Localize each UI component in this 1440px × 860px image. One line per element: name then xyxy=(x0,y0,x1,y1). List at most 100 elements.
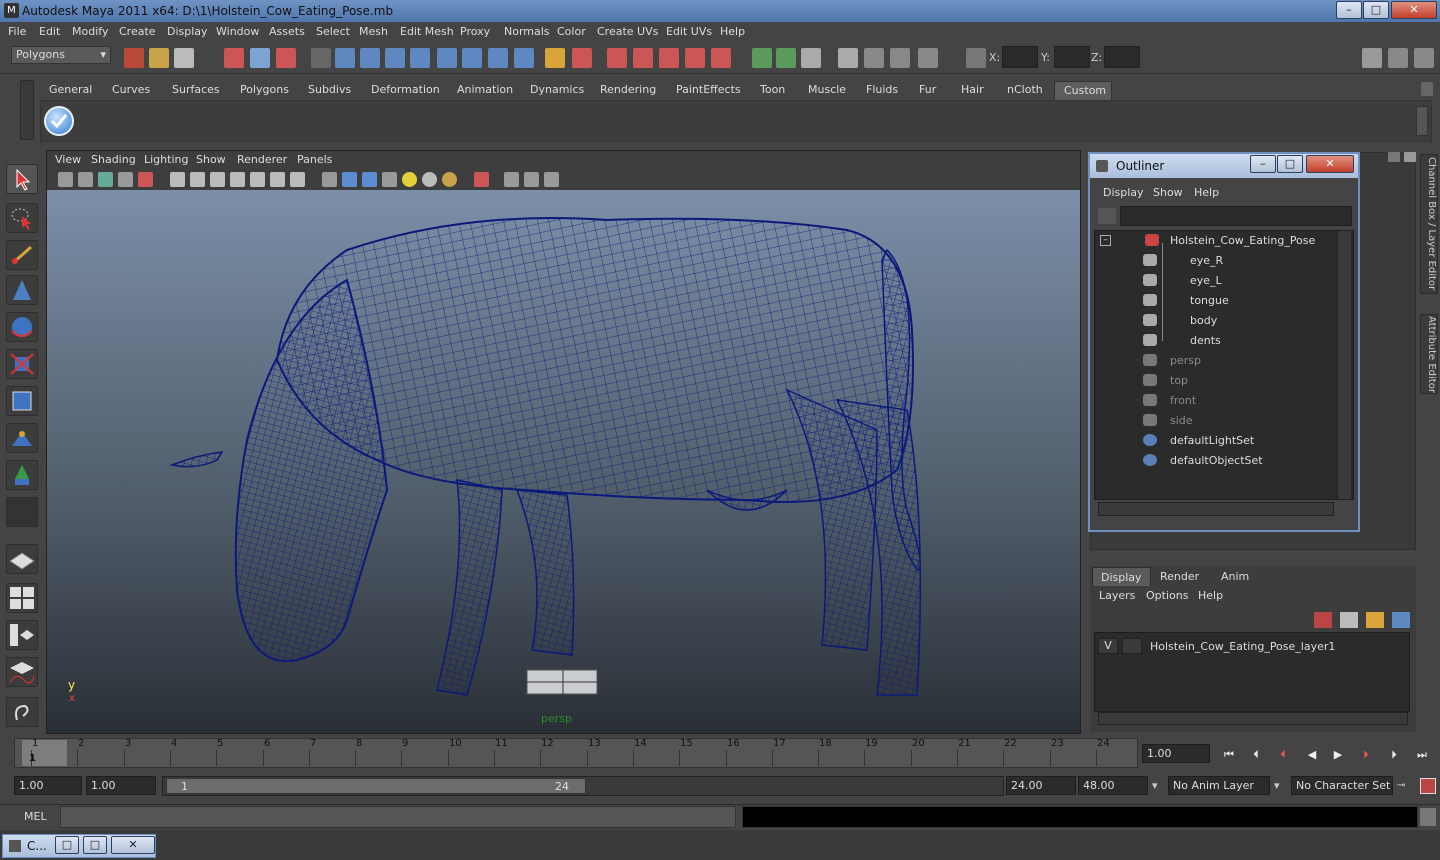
layout-outliner-icon[interactable] xyxy=(6,620,38,650)
outliner-horizontal-scrollbar[interactable] xyxy=(1098,502,1334,516)
viewport-menu-renderer[interactable]: Renderer xyxy=(237,153,287,166)
layer-horizontal-scrollbar[interactable] xyxy=(1098,712,1408,725)
playback-start-field[interactable]: 1.00 xyxy=(86,776,156,795)
isolate-select-icon[interactable] xyxy=(474,172,489,187)
outliner-filter-icon[interactable] xyxy=(1098,208,1116,224)
menu-proxy[interactable]: Proxy xyxy=(460,25,490,38)
maximize-button[interactable]: □ xyxy=(1363,1,1389,19)
wireframe-icon[interactable] xyxy=(322,172,337,187)
safe-action-icon[interactable] xyxy=(270,172,285,187)
show-attribute-editor-icon[interactable] xyxy=(1362,48,1382,68)
minimized-maximize-button[interactable]: □ xyxy=(83,836,107,854)
menu-mesh[interactable]: Mesh xyxy=(359,25,388,38)
outliner-minimize-button[interactable]: – xyxy=(1250,155,1276,173)
layer-move-up-icon[interactable] xyxy=(1314,612,1332,628)
menu-assets[interactable]: Assets xyxy=(269,25,305,38)
outliner-item-eye-r[interactable]: eye_R xyxy=(1190,254,1223,267)
open-scene-icon[interactable] xyxy=(149,48,169,68)
select-camera-icon[interactable] xyxy=(58,172,73,187)
bookmarks-icon[interactable] xyxy=(98,172,113,187)
layer-menu-options[interactable]: Options xyxy=(1146,589,1188,602)
outliner-item-persp[interactable]: persp xyxy=(1170,354,1201,367)
select-hierarchy-icon[interactable] xyxy=(224,48,244,68)
panel-float-icon[interactable] xyxy=(1388,152,1400,162)
outliner-vertical-scrollbar[interactable] xyxy=(1337,231,1351,499)
gate-mask-icon[interactable] xyxy=(230,172,245,187)
end-time-field[interactable]: 48.00 xyxy=(1078,776,1148,795)
shelf-tab-muscle[interactable]: Muscle xyxy=(802,81,848,100)
snap-point-icon[interactable] xyxy=(659,48,679,68)
menu-file[interactable]: File xyxy=(8,25,26,38)
minimized-restore-button[interactable]: □ xyxy=(55,836,79,854)
grid-icon[interactable] xyxy=(170,172,185,187)
all-lights-icon[interactable] xyxy=(422,172,437,187)
select-component-icon[interactable] xyxy=(276,48,296,68)
play-forwards-icon[interactable]: ▶ xyxy=(1328,748,1348,764)
show-tool-settings-icon[interactable] xyxy=(1388,48,1408,68)
menu-edit-mesh[interactable]: Edit Mesh xyxy=(400,25,454,38)
last-tool-icon[interactable] xyxy=(6,497,38,527)
outliner-item-eye-l[interactable]: eye_L xyxy=(1190,274,1222,287)
xray-components-icon[interactable] xyxy=(544,172,559,187)
custom-shelf-check-icon[interactable] xyxy=(44,106,74,136)
move-tool-icon[interactable] xyxy=(6,275,38,305)
y-field[interactable] xyxy=(1054,46,1090,68)
shelf-scroll[interactable] xyxy=(1416,106,1428,136)
mode-selector[interactable]: Polygons ▾ xyxy=(11,46,111,64)
key-icon[interactable]: ⊸ xyxy=(1397,780,1413,792)
construction-history-icon[interactable] xyxy=(801,48,821,68)
anim-layer-select[interactable]: No Anim Layer xyxy=(1168,776,1270,795)
viewport-menu-view[interactable]: View xyxy=(55,153,81,166)
soft-mod-icon[interactable] xyxy=(6,423,38,453)
character-set-select[interactable]: No Character Set xyxy=(1291,776,1393,795)
layer-row-holstein[interactable]: Holstein_Cow_Eating_Pose_layer1 xyxy=(1150,640,1335,653)
viewport-menu-lighting[interactable]: Lighting xyxy=(144,153,188,166)
menu-edit-uvs[interactable]: Edit UVs xyxy=(666,25,712,38)
trash-icon[interactable] xyxy=(1421,82,1433,96)
viewport-menu-shading[interactable]: Shading xyxy=(91,153,136,166)
layer-tab-anim[interactable]: Anim xyxy=(1213,567,1257,586)
step-forward-frame-icon[interactable]: ⏵ xyxy=(1384,748,1404,764)
shelf-tab-toon[interactable]: Toon xyxy=(754,81,790,100)
shelf-tab-surfaces[interactable]: Surfaces xyxy=(166,81,222,100)
smooth-shade-icon[interactable] xyxy=(342,172,357,187)
shelf-tab-custom[interactable]: Custom xyxy=(1054,81,1112,100)
camera-attributes-icon[interactable] xyxy=(78,172,93,187)
panel-close-icon[interactable] xyxy=(1404,152,1416,162)
layout-graph-icon[interactable] xyxy=(6,657,38,687)
shelf-tab-dynamics[interactable]: Dynamics xyxy=(524,81,584,100)
attribute-editor-tab[interactable]: Attribute Editor xyxy=(1420,314,1438,394)
render-view-icon[interactable] xyxy=(838,48,858,68)
menu-normals[interactable]: Normals xyxy=(504,25,550,38)
outliner-menu-help[interactable]: Help xyxy=(1194,186,1219,199)
snap-grid-icon[interactable] xyxy=(607,48,627,68)
select-object-icon[interactable] xyxy=(250,48,270,68)
new-layer-icon[interactable] xyxy=(1366,612,1384,628)
outliner-item-holstein-cow-eating-pose[interactable]: Holstein_Cow_Eating_Pose xyxy=(1170,234,1315,247)
pick-mask-icon[interactable] xyxy=(311,48,331,68)
highlight-selection-icon[interactable] xyxy=(572,48,592,68)
menu-display[interactable]: Display xyxy=(167,25,208,38)
select-curves-icon[interactable] xyxy=(385,48,405,68)
snap-plane-icon[interactable] xyxy=(685,48,705,68)
menu-create[interactable]: Create xyxy=(119,25,156,38)
outliner-maximize-button[interactable]: □ xyxy=(1277,155,1303,173)
layer-menu-help[interactable]: Help xyxy=(1198,589,1223,602)
input-ops-icon[interactable] xyxy=(752,48,772,68)
viewport-menu-show[interactable]: Show xyxy=(196,153,226,166)
wireframe-on-shaded-icon[interactable] xyxy=(362,172,377,187)
shelf-tab-curves[interactable]: Curves xyxy=(106,81,154,100)
render-settings-icon[interactable] xyxy=(918,48,938,68)
shelf-tab-subdivs[interactable]: Subdivs xyxy=(302,81,354,100)
layout-single-icon[interactable] xyxy=(6,544,38,574)
outliner-menu-show[interactable]: Show xyxy=(1153,186,1183,199)
layer-tab-display[interactable]: Display xyxy=(1092,567,1151,586)
field-chart-icon[interactable] xyxy=(250,172,265,187)
xray-joints-icon[interactable] xyxy=(524,172,539,187)
select-surfaces-icon[interactable] xyxy=(410,48,430,68)
outliner-menu-display[interactable]: Display xyxy=(1103,186,1144,199)
xray-icon[interactable] xyxy=(504,172,519,187)
rotate-tool-icon[interactable] xyxy=(6,312,38,342)
x-field[interactable] xyxy=(1002,46,1038,68)
output-ops-icon[interactable] xyxy=(776,48,796,68)
